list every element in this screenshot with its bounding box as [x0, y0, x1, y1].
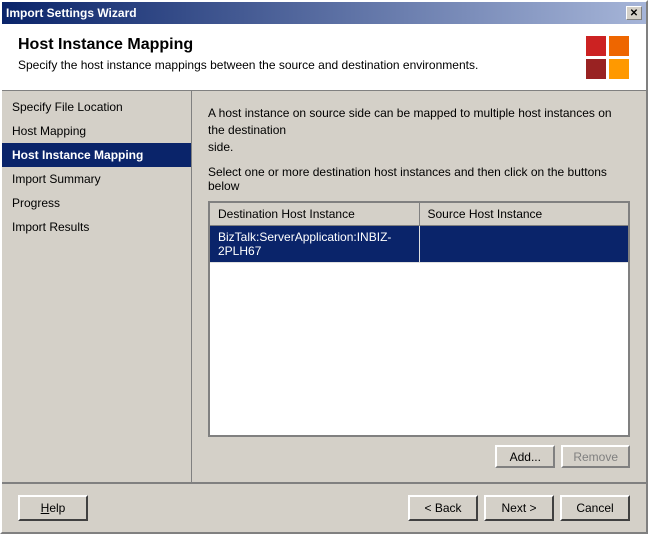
sidebar: Specify File Location Host Mapping Host … [2, 91, 192, 482]
col-header-source: Source Host Instance [420, 203, 629, 225]
help-button[interactable]: Help [18, 495, 88, 521]
logo [586, 36, 630, 80]
mapping-table: Destination Host Instance Source Host In… [208, 201, 630, 437]
col-header-destination: Destination Host Instance [210, 203, 420, 225]
logo-square-2 [609, 36, 629, 56]
sidebar-item-progress[interactable]: Progress [2, 191, 191, 215]
sidebar-item-import-results[interactable]: Import Results [2, 215, 191, 239]
logo-square-1 [586, 36, 606, 56]
logo-square-3 [586, 59, 606, 79]
table-header: Destination Host Instance Source Host In… [210, 203, 628, 226]
header-area: Host Instance Mapping Specify the host i… [2, 24, 646, 91]
cancel-button[interactable]: Cancel [560, 495, 630, 521]
remove-button[interactable]: Remove [561, 445, 630, 468]
table-row[interactable]: BizTalk:ServerApplication:INBIZ-2PLH67 [210, 226, 628, 263]
instruction-text: Select one or more destination host inst… [208, 165, 630, 193]
window-title: Import Settings Wizard [6, 6, 137, 20]
sidebar-item-host-mapping[interactable]: Host Mapping [2, 119, 191, 143]
table-buttons: Add... Remove [208, 445, 630, 468]
footer: Help < Back Next > Cancel [2, 482, 646, 532]
add-button[interactable]: Add... [495, 445, 555, 468]
content-area: Specify File Location Host Mapping Host … [2, 91, 646, 482]
cell-source [420, 226, 629, 262]
sidebar-item-import-summary[interactable]: Import Summary [2, 167, 191, 191]
close-button[interactable]: ✕ [626, 6, 642, 20]
wizard-window: Import Settings Wizard ✕ Host Instance M… [0, 0, 648, 534]
header-text: Host Instance Mapping Specify the host i… [18, 36, 478, 72]
logo-square-4 [609, 59, 629, 79]
description-text: A host instance on source side can be ma… [208, 105, 630, 155]
back-button[interactable]: < Back [408, 495, 478, 521]
page-description: Specify the host instance mappings betwe… [18, 58, 478, 72]
page-title: Host Instance Mapping [18, 36, 478, 54]
sidebar-item-host-instance-mapping[interactable]: Host Instance Mapping [2, 143, 191, 167]
sidebar-item-specify-file-location[interactable]: Specify File Location [2, 95, 191, 119]
title-bar: Import Settings Wizard ✕ [2, 2, 646, 24]
table-body: BizTalk:ServerApplication:INBIZ-2PLH67 [210, 226, 628, 435]
footer-nav-buttons: < Back Next > Cancel [408, 495, 630, 521]
next-button[interactable]: Next > [484, 495, 554, 521]
cell-destination: BizTalk:ServerApplication:INBIZ-2PLH67 [210, 226, 420, 262]
main-panel: A host instance on source side can be ma… [192, 91, 646, 482]
help-label: Help [41, 501, 66, 515]
